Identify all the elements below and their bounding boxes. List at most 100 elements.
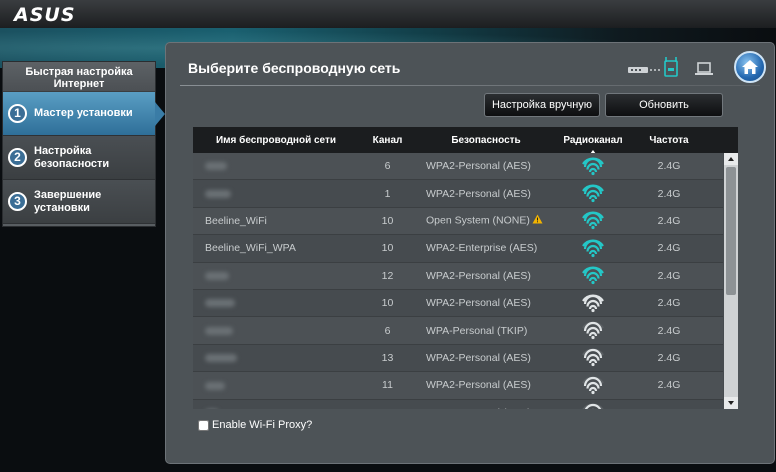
cell-signal — [556, 318, 630, 343]
wifi-signal-icon — [582, 403, 604, 409]
cell-security: WPA2-Personal (AES) — [416, 407, 556, 409]
wifi-proxy-option[interactable]: Enable Wi-Fi Proxy? — [198, 419, 312, 431]
hidden-ssid — [205, 299, 235, 308]
table-row[interactable]: 11 WPA2-Personal (AES) 2.4G — [193, 372, 723, 400]
cell-signal — [556, 154, 630, 179]
cell-channel: 11 — [382, 379, 393, 392]
cell-frequency: 2.4G — [657, 297, 681, 310]
table-row[interactable]: 13 WPA2-Personal (AES) 2.4G — [193, 344, 723, 373]
wifi-signal-icon — [582, 294, 604, 312]
asus-logo: ASUS — [14, 4, 76, 26]
manual-setup-button[interactable]: Настройка вручную — [484, 93, 600, 117]
network-status-icons — [628, 57, 713, 77]
scroll-thumb[interactable] — [726, 167, 736, 295]
table-row[interactable]: Beeline_WiFi_WPA 10 WPA2-Enterprise (AES) 2… — [193, 235, 723, 263]
cell-signal — [556, 236, 630, 261]
cell-channel: 10 — [381, 214, 394, 227]
column-signal[interactable]: Радиоканал — [556, 135, 630, 154]
cell-channel: 13 — [381, 351, 394, 364]
security-label: Open System (NONE) — [426, 214, 530, 227]
wifi-table: Имя беспроводной сети Канал Безопасность… — [193, 127, 738, 409]
wifi-signal-icon — [582, 184, 604, 203]
page-title: Выберите беспроводную сеть — [188, 60, 401, 76]
hidden-ssid — [205, 162, 227, 171]
cell-frequency: 2.4G — [657, 324, 681, 337]
cell-signal — [556, 263, 630, 288]
security-label: WPA2-Personal (AES) — [426, 269, 531, 282]
sidebar-title: Быстрая настройка Интернет — [3, 62, 155, 92]
table-body: 6 WPA2-Personal (AES) 2.4G 1 WPA2-Personal (… — [193, 153, 723, 409]
table-row[interactable]: 6 WPA-Personal (TKIP) 2.4G — [193, 317, 723, 345]
security-label: WPA2-Personal (AES) — [426, 297, 531, 310]
security-label: WPA2-Personal (AES) — [426, 351, 531, 364]
sidebar-step-wizard[interactable]: 1 Мастер установки — [3, 92, 165, 136]
table-row[interactable]: 6 WPA2-Personal (AES) 2.4G — [193, 153, 723, 181]
laptop-icon — [695, 62, 713, 75]
table-row[interactable]: 10 WPA2-Personal (AES) 2.4G — [193, 289, 723, 318]
table-scrollbar[interactable] — [724, 153, 738, 409]
sidebar: Быстрая настройка Интернет 1 Мастер уста… — [2, 61, 165, 227]
scroll-down-arrow[interactable] — [724, 397, 738, 409]
cell-ssid: Beeline_WiFi_WPA — [205, 242, 296, 255]
cell-channel: 10 — [381, 297, 394, 310]
refresh-button[interactable]: Обновить — [605, 93, 723, 117]
top-banner: ASUS — [0, 0, 776, 29]
cell-channel: 6 — [384, 324, 391, 337]
table-row[interactable]: 1 WPA2-Personal (AES) 2.4G — [193, 180, 723, 208]
scroll-up-arrow[interactable] — [724, 153, 738, 165]
cell-channel: 6 — [384, 160, 391, 173]
column-channel[interactable]: Канал — [359, 135, 416, 146]
cell-signal — [556, 291, 630, 316]
cell-security: WPA2-Personal (AES) — [416, 160, 556, 172]
step-label: Мастер установки — [34, 107, 133, 119]
cell-security: WPA2-Personal (AES) — [416, 270, 556, 282]
sidebar-step-finish[interactable]: 3 Завершение установки — [3, 180, 155, 224]
step-number: 2 — [8, 148, 27, 167]
home-button[interactable] — [734, 51, 766, 83]
cell-ssid — [193, 270, 359, 282]
table-row[interactable]: 12 WPA2-Personal (AES) 2.4G — [193, 262, 723, 290]
cell-frequency: 2.4G — [657, 351, 681, 364]
cell-frequency: 2.4G — [657, 242, 681, 255]
cell-ssid: Beeline_WiFi — [205, 214, 267, 227]
wifi-signal-icon — [582, 239, 604, 257]
security-label: WPA2-Personal (AES) — [426, 160, 531, 173]
step-label: Настройка безопасности — [34, 144, 110, 170]
table-header: Имя беспроводной сети Канал Безопасность… — [193, 127, 738, 154]
main-panel: Выберите беспроводную сеть Настройка вру… — [165, 42, 775, 464]
wifi-signal-icon — [582, 157, 604, 175]
cell-security: WPA2-Enterprise (AES) — [416, 242, 556, 254]
security-label: WPA2-Personal (AES) — [426, 407, 531, 409]
cell-ssid — [193, 325, 359, 337]
cell-channel: 10 — [381, 242, 394, 255]
table-row[interactable]: Beeline_WiFi 10 Open System (NONE) 2.4G — [193, 207, 723, 236]
cell-security: WPA2-Personal (AES) — [416, 297, 556, 309]
column-frequency[interactable]: Частота — [630, 135, 708, 146]
cell-channel: 1 — [359, 407, 416, 409]
title-divider — [180, 85, 760, 86]
cell-security: WPA2-Personal (AES) — [416, 352, 556, 364]
cell-security: WPA-Personal (TKIP) — [416, 325, 556, 337]
wifi-signal-icon — [582, 266, 604, 285]
cell-channel: 12 — [381, 269, 394, 282]
cell-signal — [556, 345, 630, 370]
column-ssid[interactable]: Имя беспроводной сети — [193, 135, 359, 146]
column-security[interactable]: Безопасность — [416, 135, 556, 146]
cell-ssid — [193, 160, 359, 172]
cell-signal — [556, 373, 630, 398]
wifi-proxy-checkbox[interactable] — [198, 419, 209, 431]
cell-security: WPA2-Personal (AES) — [416, 379, 556, 391]
hidden-ssid — [205, 189, 231, 198]
cell-ssid — [193, 352, 359, 364]
hidden-ssid — [205, 326, 233, 335]
wifi-proxy-label: Enable Wi-Fi Proxy? — [212, 419, 313, 431]
warning-icon — [532, 214, 543, 227]
cell-frequency: 2.4G — [657, 379, 681, 392]
step-number: 3 — [8, 192, 27, 211]
table-row[interactable]: 1 WPA2-Personal (AES) 2.4G — [193, 399, 723, 409]
sidebar-step-security[interactable]: 2 Настройка безопасности — [3, 136, 155, 180]
cell-frequency: 2.4G — [657, 187, 681, 200]
cell-signal — [556, 400, 630, 409]
cell-security: WPA2-Personal (AES) — [416, 188, 556, 200]
home-icon — [742, 60, 758, 74]
